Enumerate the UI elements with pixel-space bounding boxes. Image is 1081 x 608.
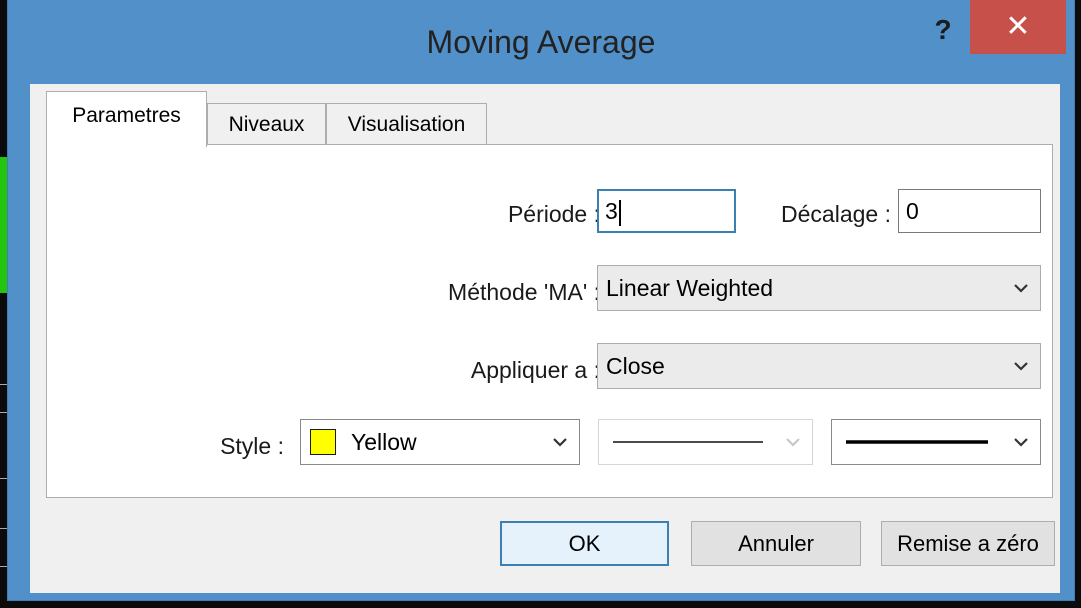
chevron-down-icon bbox=[1014, 284, 1028, 293]
tab-visualisation[interactable]: Visualisation bbox=[326, 103, 487, 144]
period-label: Période : bbox=[507, 201, 600, 227]
reset-button[interactable]: Remise a zéro bbox=[881, 521, 1055, 566]
line-width-select[interactable] bbox=[831, 419, 1041, 465]
thick-line-sample-icon bbox=[846, 440, 988, 444]
apply-value: Close bbox=[606, 353, 665, 379]
text-caret bbox=[618, 199, 621, 226]
thin-line-sample-icon bbox=[613, 441, 763, 443]
tab-parametres[interactable]: Parametres bbox=[46, 91, 207, 147]
shift-value: 0 bbox=[906, 198, 919, 224]
shift-input[interactable]: 0 bbox=[898, 189, 1041, 233]
method-value: Linear Weighted bbox=[606, 275, 774, 301]
chevron-down-icon bbox=[1014, 438, 1028, 447]
color-swatch bbox=[310, 429, 336, 455]
method-select[interactable]: Linear Weighted bbox=[597, 265, 1041, 311]
moving-average-dialog: Moving Average ? ✕ Parametres Niveaux Vi… bbox=[8, 0, 1074, 600]
parameters-panel: Période : 3 Décalage : 0 Méthode 'MA' : … bbox=[46, 144, 1053, 498]
period-value: 3 bbox=[605, 198, 618, 224]
shift-label: Décalage : bbox=[781, 201, 891, 227]
color-select[interactable]: Yellow bbox=[300, 419, 580, 465]
chevron-down-icon bbox=[786, 438, 800, 447]
dialog-client-area: Parametres Niveaux Visualisation Période… bbox=[30, 84, 1060, 593]
cancel-button[interactable]: Annuler bbox=[691, 521, 861, 566]
apply-select[interactable]: Close bbox=[597, 343, 1041, 389]
dialog-title: Moving Average bbox=[426, 24, 656, 60]
method-label: Méthode 'MA' : bbox=[448, 279, 600, 305]
ok-button[interactable]: OK bbox=[500, 521, 669, 566]
title-bar[interactable]: Moving Average ? ✕ bbox=[8, 0, 1074, 84]
style-label: Style : bbox=[220, 433, 284, 459]
chevron-down-icon bbox=[1014, 362, 1028, 371]
help-button[interactable]: ? bbox=[923, 10, 963, 50]
period-input[interactable]: 3 bbox=[597, 189, 736, 233]
color-value: Yellow bbox=[351, 429, 417, 455]
chevron-down-icon bbox=[553, 438, 567, 447]
background-chart-green-bar bbox=[0, 157, 8, 293]
apply-label: Appliquer a : bbox=[470, 357, 600, 383]
tab-niveaux[interactable]: Niveaux bbox=[207, 103, 326, 144]
line-style-select[interactable] bbox=[598, 419, 813, 465]
close-button[interactable]: ✕ bbox=[970, 0, 1066, 54]
